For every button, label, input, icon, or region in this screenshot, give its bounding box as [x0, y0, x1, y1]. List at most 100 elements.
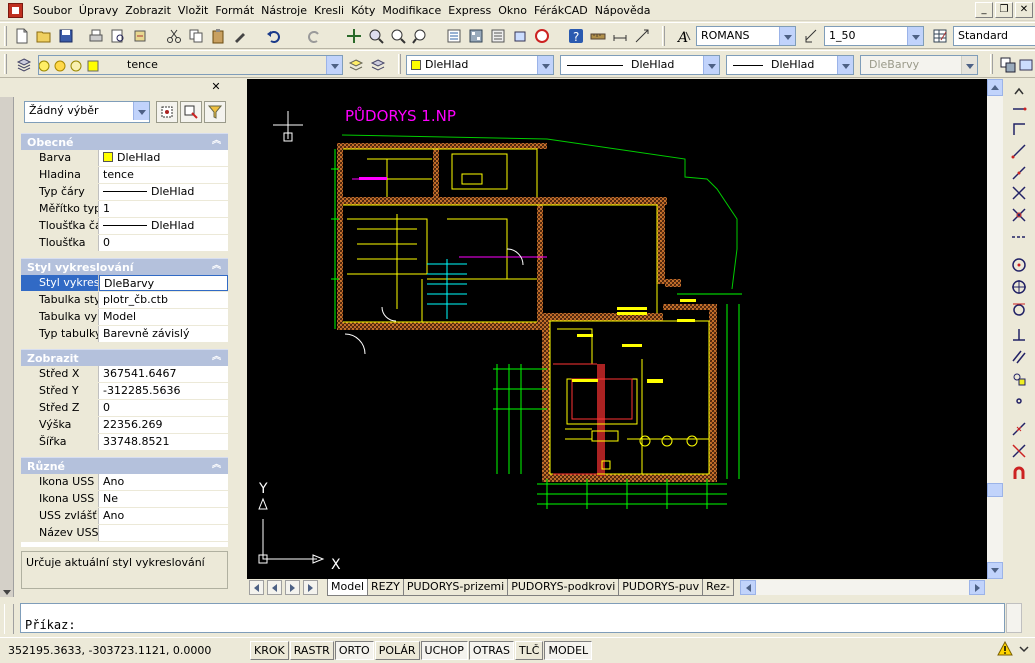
tool-palettes-icon[interactable] [488, 26, 508, 46]
collapse-icon[interactable]: ︽ [212, 353, 222, 363]
chevron-down-icon[interactable] [837, 56, 853, 74]
chevron-down-icon[interactable] [907, 27, 923, 45]
zoom-realtime-icon[interactable] [366, 26, 386, 46]
property-value[interactable]: -312285.5636 [99, 383, 228, 399]
property-value[interactable]: Ano [99, 508, 228, 524]
paste-icon[interactable] [208, 26, 228, 46]
sheet-set-icon[interactable] [510, 26, 530, 46]
quadrant-icon[interactable] [1009, 277, 1029, 297]
model-toggle[interactable]: MODEL [544, 641, 593, 660]
property-row[interactable]: Typ čáry DleHlad [21, 184, 228, 201]
text-style-icon[interactable]: A [674, 26, 694, 46]
dim-icon[interactable] [610, 26, 630, 46]
property-row[interactable]: Tabulka vykr...Model [21, 309, 228, 326]
chevron-down-icon[interactable] [133, 102, 149, 120]
select-objects-icon[interactable] [180, 101, 202, 123]
circle-center-icon[interactable] [1009, 255, 1029, 275]
app-icon[interactable] [8, 3, 23, 18]
property-value[interactable]: Model [99, 309, 228, 325]
property-row[interactable]: Ikona USS z...Ano [21, 474, 228, 491]
chevron-down-icon[interactable] [703, 56, 719, 74]
category-misc[interactable]: Různé ︽ [21, 457, 228, 474]
property-value[interactable]: 0 [99, 400, 228, 416]
property-value[interactable]: tence [99, 167, 228, 183]
property-value[interactable]: Ne [99, 491, 228, 507]
osnap-toggle[interactable]: UCHOP [420, 641, 468, 660]
cut-icon[interactable] [164, 26, 184, 46]
property-row[interactable]: Šířka 33748.8521 [21, 434, 228, 451]
parallel-icon[interactable] [1009, 347, 1029, 367]
scroll-up-button[interactable] [987, 79, 1003, 96]
next-tab-button[interactable] [285, 580, 300, 595]
zoom-window-icon[interactable] [388, 26, 408, 46]
drawing-canvas[interactable]: PŮDORYS 1.NP Y X [247, 79, 987, 579]
magnet-icon[interactable] [1009, 463, 1029, 483]
dashed-line-icon[interactable] [1009, 227, 1029, 247]
toolbar-grip[interactable] [4, 26, 7, 46]
snap-toggle[interactable]: KROK [250, 641, 289, 660]
property-row-selected[interactable]: Styl vykreslo...DleBarvy [21, 275, 228, 292]
design-center-icon[interactable] [466, 26, 486, 46]
chevron-up-icon[interactable] [1009, 81, 1029, 101]
redo-icon[interactable] [304, 26, 324, 46]
scroll-right-button[interactable] [969, 580, 985, 595]
tab-model[interactable]: Model [327, 579, 369, 596]
property-value[interactable]: Ano [99, 474, 228, 490]
property-row[interactable]: Měřítko typu...1 [21, 201, 228, 218]
perpendicular-icon[interactable] [1009, 325, 1029, 345]
minimize-button[interactable]: _ [975, 2, 993, 18]
first-tab-button[interactable] [249, 580, 264, 595]
toolbar-grip[interactable] [662, 26, 665, 46]
properties-palette-titlebar[interactable]: ✕ [0, 79, 236, 97]
menu-upravy[interactable]: Úpravy [76, 2, 121, 20]
collapse-icon[interactable]: ︽ [212, 137, 222, 147]
scroll-down-button[interactable] [987, 562, 1003, 579]
command-line-input[interactable]: Příkaz: [20, 603, 1005, 633]
property-row[interactable]: Střed Z0 [21, 400, 228, 417]
property-row[interactable]: Typ tabulky ...Barevně závislý [21, 326, 228, 343]
node-icon[interactable] [1009, 391, 1029, 411]
ortho-toggle[interactable]: ORTO [334, 641, 374, 660]
menu-koty[interactable]: Kóty [348, 2, 378, 20]
plot-preview-icon[interactable] [108, 26, 128, 46]
none-snap-icon[interactable] [1009, 441, 1029, 461]
save-icon[interactable] [56, 26, 76, 46]
tab-pudorys-podkrovi[interactable]: PUDORYS-podkrovi [507, 579, 620, 596]
table-style-icon[interactable] [930, 26, 950, 46]
property-row[interactable]: Název USS [21, 525, 228, 542]
property-value[interactable]: 367541.6467 [99, 366, 228, 382]
help-icon[interactable]: ? [566, 26, 586, 46]
drawing-vertical-scrollbar[interactable] [987, 79, 1003, 579]
line-icon[interactable] [1009, 99, 1029, 119]
property-value[interactable]: DleHlad [99, 184, 228, 200]
zoom-previous-icon[interactable] [410, 26, 430, 46]
menu-soubor[interactable]: Soubor [30, 2, 75, 20]
menu-express[interactable]: Express [445, 2, 494, 20]
menu-ferakcad[interactable]: FérákCAD [531, 2, 591, 20]
scroll-left-button[interactable] [740, 580, 756, 595]
property-row[interactable]: Tloušťka čáry DleHlad [21, 218, 228, 235]
close-button[interactable]: ✕ [1015, 2, 1033, 18]
polygon-icon[interactable] [1009, 163, 1029, 183]
command-line-grip[interactable] [4, 604, 14, 634]
menu-vlozit[interactable]: Vložit [175, 2, 211, 20]
property-row[interactable]: Tloušťka 0 [21, 235, 228, 252]
layer-combo[interactable]: tence [38, 55, 343, 75]
lineweight-combo[interactable]: DleHlad [726, 55, 854, 75]
property-row[interactable]: Barva DleHlad [21, 150, 228, 167]
prev-tab-button[interactable] [267, 580, 282, 595]
toolbar-grip[interactable] [4, 54, 7, 74]
property-value[interactable]: 22356.269 [99, 417, 228, 433]
polar-toggle[interactable]: POLÁR [374, 641, 420, 660]
property-row[interactable]: Hladina tence [21, 167, 228, 184]
close-icon[interactable]: ✕ [210, 81, 222, 93]
markup-icon[interactable] [532, 26, 552, 46]
undo-icon[interactable] [264, 26, 284, 46]
last-tab-button[interactable] [303, 580, 318, 595]
pan-realtime-icon[interactable] [344, 26, 364, 46]
dim-style-combo[interactable]: 1_50 [824, 26, 924, 46]
workspace-icon[interactable] [1016, 55, 1035, 75]
open-icon[interactable] [34, 26, 54, 46]
menu-zobrazit[interactable]: Zobrazit [122, 2, 174, 20]
insertion-icon[interactable] [1009, 369, 1029, 389]
